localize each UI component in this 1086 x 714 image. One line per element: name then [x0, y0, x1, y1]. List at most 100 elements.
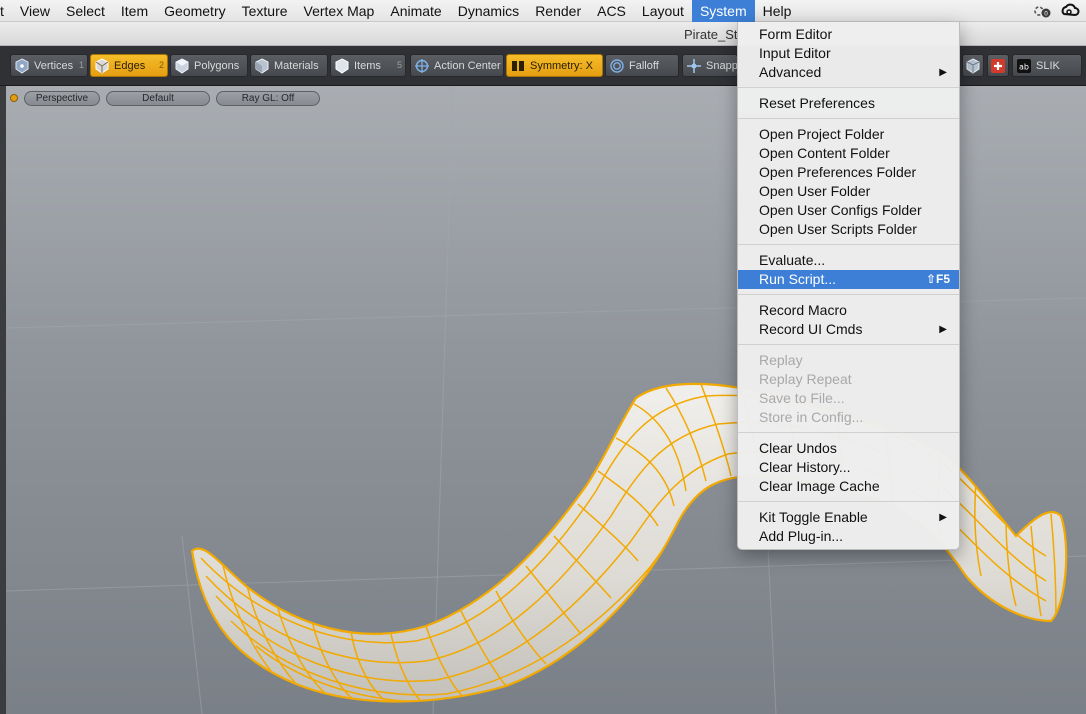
menu-item-label: Clear Undos — [759, 440, 837, 456]
items-icon — [335, 57, 349, 74]
menu-item-evaluate[interactable]: Evaluate... — [738, 251, 959, 270]
polygons-icon — [175, 57, 189, 74]
menu-item-advanced[interactable]: Advanced ▶ — [738, 63, 959, 82]
edges-mode-label: Edges — [114, 59, 146, 72]
sync-status-icon[interactable]: 0 — [1032, 2, 1052, 20]
menu-select[interactable]: Select — [58, 0, 113, 22]
menu-item-clear-image-cache[interactable]: Clear Image Cache — [738, 477, 959, 496]
snapping-label: Snapp — [706, 59, 738, 72]
menu-item-label: Store in Config... — [759, 409, 864, 425]
svg-text:0: 0 — [1044, 11, 1048, 18]
menu-separator — [738, 118, 959, 119]
menu-geometry[interactable]: Geometry — [156, 0, 233, 22]
symmetry-button[interactable]: Symmetry: X — [506, 54, 603, 77]
action-center-button[interactable]: Action Center — [410, 54, 504, 77]
menu-separator — [738, 432, 959, 433]
menu-item[interactable]: Item — [113, 0, 156, 22]
menu-item-add-plug-in[interactable]: Add Plug-in... — [738, 527, 959, 546]
run-script-shortcut: ⇧F5 — [925, 272, 950, 286]
materials-mode-button[interactable]: Materials — [250, 54, 328, 77]
menu-separator — [738, 87, 959, 88]
menu-item-run-script[interactable]: Run Script... ⇧F5 — [738, 270, 959, 289]
menu-item-open-user-configs-folder[interactable]: Open User Configs Folder — [738, 201, 959, 220]
creative-cloud-icon[interactable] — [1060, 2, 1080, 20]
menu-item-label: Clear History... — [759, 459, 851, 475]
items-hotkey: 5 — [396, 60, 402, 70]
menu-item-label: Advanced — [759, 64, 822, 80]
menu-item-label: Add Plug-in... — [759, 528, 844, 544]
menu-item-label: Open User Scripts Folder — [759, 221, 917, 237]
shading-style-selector[interactable]: Default — [106, 90, 210, 106]
raygl-toggle[interactable]: Ray GL: Off — [216, 90, 320, 106]
menu-item-form-editor[interactable]: Form Editor — [738, 25, 959, 44]
view-type-selector[interactable]: Perspective — [24, 90, 100, 106]
edges-hotkey: 2 — [158, 60, 164, 70]
menu-item-input-editor[interactable]: Input Editor — [738, 44, 959, 63]
falloff-icon — [610, 58, 624, 73]
menu-item-label: Clear Image Cache — [759, 478, 880, 494]
svg-text:ab: ab — [1019, 62, 1029, 71]
menu-item-record-macro[interactable]: Record Macro — [738, 301, 959, 320]
menu-dynamics[interactable]: Dynamics — [450, 0, 527, 22]
menu-item-open-preferences-folder[interactable]: Open Preferences Folder — [738, 163, 959, 182]
items-mode-button[interactable]: Items 5 — [330, 54, 406, 77]
menu-item-open-project-folder[interactable]: Open Project Folder — [738, 125, 959, 144]
menu-item-kit-toggle-enable[interactable]: Kit Toggle Enable ▶ — [738, 508, 959, 527]
add-kit-icon — [991, 58, 1005, 73]
menu-item-open-user-scripts-folder[interactable]: Open User Scripts Folder — [738, 220, 959, 239]
menu-item-label: Record UI Cmds — [759, 321, 863, 337]
menu-item-save-to-file: Save to File... — [738, 389, 959, 408]
materials-mode-label: Materials — [274, 59, 319, 72]
slik-icon: ab — [1017, 58, 1031, 73]
menu-item-replay: Replay — [738, 351, 959, 370]
menu-item-label: Open Project Folder — [759, 126, 885, 142]
menu-item-label: Save to File... — [759, 390, 845, 406]
menu-texture[interactable]: Texture — [234, 0, 296, 22]
system-menu-dropdown: Form Editor Input Editor Advanced ▶ Reset… — [737, 22, 960, 550]
menu-system[interactable]: System — [691, 0, 755, 22]
menu-item-label: Replay Repeat — [759, 371, 852, 387]
edges-mode-button[interactable]: Edges 2 — [90, 54, 168, 77]
menu-layout[interactable]: Layout — [634, 0, 692, 22]
menu-separator — [738, 501, 959, 502]
viewport-header: Perspective Default Ray GL: Off — [10, 90, 320, 106]
submenu-arrow-icon: ▶ — [939, 67, 947, 78]
menu-item-record-ui-cmds[interactable]: Record UI Cmds ▶ — [738, 320, 959, 339]
materials-icon — [255, 57, 269, 74]
menu-render[interactable]: Render — [527, 0, 589, 22]
polygons-mode-label: Polygons — [194, 59, 240, 72]
polygons-mode-button[interactable]: Polygons — [170, 54, 248, 77]
vertices-mode-button[interactable]: Vertices 1 — [10, 54, 88, 77]
menu-separator — [738, 244, 959, 245]
symmetry-label: Symmetry: X — [530, 59, 593, 72]
menu-item-label: Form Editor — [759, 26, 833, 42]
window-title: Pirate_St — [684, 27, 738, 42]
menu-animate[interactable]: Animate — [382, 0, 449, 22]
menu-acs[interactable]: ACS — [589, 0, 634, 22]
menu-item-label: Evaluate... — [759, 252, 826, 268]
menu-view[interactable]: View — [12, 0, 58, 22]
falloff-label: Falloff — [629, 59, 659, 72]
menu-bar-tray: 0 — [1032, 0, 1086, 22]
action-center-icon — [415, 58, 429, 73]
menu-separator — [738, 344, 959, 345]
slik-button[interactable]: ab SLIK — [1012, 54, 1082, 77]
menu-item-open-user-folder[interactable]: Open User Folder — [738, 182, 959, 201]
menu-item-clear-undos[interactable]: Clear Undos — [738, 439, 959, 458]
menu-text-partial[interactable]: t — [0, 0, 12, 22]
menu-item-label: Run Script... — [759, 271, 837, 287]
snapping-icon — [687, 58, 701, 73]
submenu-arrow-icon: ▶ — [939, 512, 947, 523]
snapping-button[interactable]: Snapp — [682, 54, 738, 77]
menu-item-label: Reset Preferences — [759, 95, 875, 111]
vertices-hotkey: 1 — [78, 60, 84, 70]
menu-item-reset-preferences[interactable]: Reset Preferences — [738, 94, 959, 113]
add-kit-button[interactable] — [987, 54, 1009, 77]
falloff-button[interactable]: Falloff — [605, 54, 679, 77]
menu-item-open-content-folder[interactable]: Open Content Folder — [738, 144, 959, 163]
viewport-options-dot[interactable] — [10, 94, 18, 102]
menu-item-clear-history[interactable]: Clear History... — [738, 458, 959, 477]
cube-view-button[interactable] — [962, 54, 984, 77]
menu-help[interactable]: Help — [755, 0, 800, 22]
menu-vertex-map[interactable]: Vertex Map — [296, 0, 383, 22]
